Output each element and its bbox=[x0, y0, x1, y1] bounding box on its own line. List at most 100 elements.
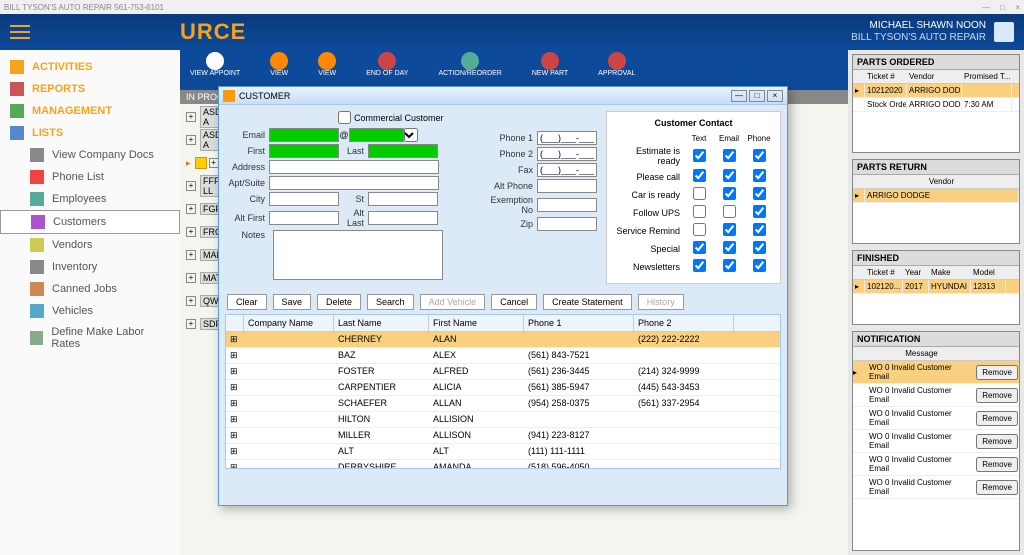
save-button[interactable]: Save bbox=[273, 294, 312, 310]
altphone-field[interactable] bbox=[537, 179, 597, 193]
contact-checkbox[interactable] bbox=[693, 259, 706, 272]
last-field[interactable] bbox=[368, 144, 438, 158]
toolbar-item[interactable]: ACTION/REORDER bbox=[438, 52, 501, 88]
contact-checkbox[interactable] bbox=[753, 149, 766, 162]
dialog-close-icon[interactable]: × bbox=[767, 90, 783, 102]
table-row[interactable]: ⊞ALTALT(111) 111-1111 bbox=[226, 444, 780, 460]
expand-icon[interactable]: + bbox=[186, 273, 196, 283]
expand-icon[interactable]: + bbox=[186, 135, 196, 145]
phone2-field[interactable] bbox=[537, 147, 597, 161]
document-icon[interactable] bbox=[994, 22, 1014, 42]
remove-button[interactable]: Remove bbox=[976, 457, 1018, 472]
table-row[interactable]: Stock OrderARRIGO DOD...7:30 AM bbox=[853, 98, 1019, 112]
dialog-maximize-icon[interactable]: □ bbox=[749, 90, 765, 102]
phone1-field[interactable] bbox=[537, 131, 597, 145]
delete-button[interactable]: Delete bbox=[317, 294, 361, 310]
sidebar-item-employees[interactable]: Employees bbox=[0, 188, 180, 210]
create-statement-button[interactable]: Create Statement bbox=[543, 294, 632, 310]
fax-field[interactable] bbox=[537, 163, 597, 177]
altlast-field[interactable] bbox=[368, 211, 438, 225]
table-row[interactable]: ⊞MILLERALLISON(941) 223-8127 bbox=[226, 428, 780, 444]
commercial-checkbox[interactable] bbox=[338, 111, 351, 124]
email-field[interactable] bbox=[269, 128, 339, 142]
contact-checkbox[interactable] bbox=[723, 223, 736, 236]
expand-icon[interactable]: + bbox=[186, 112, 196, 122]
sidebar-item-activities[interactable]: ACTIVITIES bbox=[0, 56, 180, 78]
contact-checkbox[interactable] bbox=[723, 169, 736, 182]
contact-checkbox[interactable] bbox=[693, 187, 706, 200]
contact-checkbox[interactable] bbox=[693, 169, 706, 182]
toolbar-item[interactable]: VIEW APPOINT bbox=[190, 52, 240, 88]
address-field[interactable] bbox=[269, 160, 439, 174]
toolbar-item[interactable]: APPROVAL bbox=[598, 52, 635, 88]
contact-checkbox[interactable] bbox=[693, 223, 706, 236]
table-row[interactable]: ⊞CARPENTIERALICIA(561) 385-5947(445) 543… bbox=[226, 380, 780, 396]
email-domain-select[interactable] bbox=[404, 128, 418, 142]
expand-icon[interactable]: + bbox=[186, 296, 196, 306]
zip-field[interactable] bbox=[537, 217, 597, 231]
grid-col-first[interactable]: First Name bbox=[429, 315, 524, 331]
toolbar-item[interactable]: NEW PART bbox=[532, 52, 568, 88]
expand-icon[interactable]: + bbox=[186, 204, 196, 214]
maximize-icon[interactable]: □ bbox=[1000, 3, 1005, 12]
remove-button[interactable]: Remove bbox=[976, 365, 1018, 380]
sidebar-item-canned-jobs[interactable]: Canned Jobs bbox=[0, 278, 180, 300]
grid-col-company[interactable]: Company Name bbox=[244, 315, 334, 331]
remove-button[interactable]: Remove bbox=[976, 480, 1018, 495]
first-field[interactable] bbox=[269, 144, 339, 158]
expand-icon[interactable]: + bbox=[186, 181, 196, 191]
contact-checkbox[interactable] bbox=[693, 241, 706, 254]
table-row[interactable]: ⊞CHERNEYALAN(222) 222-2222 bbox=[226, 332, 780, 348]
notification-row[interactable]: ▸WO 0 Invalid Customer EmailRemove bbox=[853, 361, 1019, 384]
notification-row[interactable]: WO 0 Invalid Customer EmailRemove bbox=[853, 476, 1019, 499]
table-row[interactable]: ⊞FOSTERALFRED(561) 236-3445(214) 324-999… bbox=[226, 364, 780, 380]
contact-checkbox[interactable] bbox=[753, 241, 766, 254]
contact-checkbox[interactable] bbox=[723, 149, 736, 162]
menu-icon[interactable] bbox=[10, 25, 30, 39]
sidebar-item-view-company-docs[interactable]: View Company Docs bbox=[0, 144, 180, 166]
expand-icon[interactable]: + bbox=[186, 227, 196, 237]
grid-col-phone1[interactable]: Phone 1 bbox=[524, 315, 634, 331]
dialog-titlebar[interactable]: CUSTOMER — □ × bbox=[219, 87, 787, 105]
grid-col-last[interactable]: Last Name bbox=[334, 315, 429, 331]
notification-row[interactable]: WO 0 Invalid Customer EmailRemove bbox=[853, 407, 1019, 430]
search-button[interactable]: Search bbox=[367, 294, 414, 310]
apt-field[interactable] bbox=[269, 176, 439, 190]
email-domain-field[interactable] bbox=[349, 128, 404, 142]
sidebar-item-vehicles[interactable]: Vehicles bbox=[0, 300, 180, 322]
sidebar-item-lists[interactable]: LISTS bbox=[0, 122, 180, 144]
contact-checkbox[interactable] bbox=[753, 259, 766, 272]
toolbar-item[interactable]: VIEW bbox=[318, 52, 336, 88]
contact-checkbox[interactable] bbox=[753, 187, 766, 200]
city-field[interactable] bbox=[269, 192, 339, 206]
st-field[interactable] bbox=[368, 192, 438, 206]
toolbar-item[interactable]: END OF DAY bbox=[366, 52, 408, 88]
table-row[interactable]: ▸10212020ARRIGO DOD... bbox=[853, 84, 1019, 98]
clear-button[interactable]: Clear bbox=[227, 294, 267, 310]
sidebar-item-define-make-labor-rates[interactable]: Define Make Labor Rates bbox=[0, 322, 180, 354]
contact-checkbox[interactable] bbox=[753, 205, 766, 218]
table-row[interactable]: ⊞DERBYSHIREAMANDA(518) 596-4050 bbox=[226, 460, 780, 469]
toolbar-item[interactable]: VIEW bbox=[270, 52, 288, 88]
table-row[interactable]: ⊞HILTONALLISION bbox=[226, 412, 780, 428]
contact-checkbox[interactable] bbox=[723, 205, 736, 218]
sidebar-item-reports[interactable]: REPORTS bbox=[0, 78, 180, 100]
table-row[interactable]: ⊞SCHAEFERALLAN(954) 258-0375(561) 337-29… bbox=[226, 396, 780, 412]
contact-checkbox[interactable] bbox=[693, 149, 706, 162]
remove-button[interactable]: Remove bbox=[976, 434, 1018, 449]
contact-checkbox[interactable] bbox=[753, 169, 766, 182]
minimize-icon[interactable]: — bbox=[982, 3, 990, 12]
table-row[interactable]: ▸ARRIGO DODGE bbox=[853, 189, 1019, 203]
contact-checkbox[interactable] bbox=[753, 223, 766, 236]
sidebar-item-phone-list[interactable]: Phone List bbox=[0, 166, 180, 188]
sidebar-item-customers[interactable]: Customers bbox=[0, 210, 180, 234]
contact-checkbox[interactable] bbox=[723, 241, 736, 254]
dialog-minimize-icon[interactable]: — bbox=[731, 90, 747, 102]
expand-icon[interactable]: + bbox=[186, 250, 196, 260]
exemption-field[interactable] bbox=[537, 198, 597, 212]
remove-button[interactable]: Remove bbox=[976, 411, 1018, 426]
sidebar-item-management[interactable]: MANAGEMENT bbox=[0, 100, 180, 122]
close-icon[interactable]: × bbox=[1015, 3, 1020, 12]
expand-icon[interactable]: + bbox=[186, 319, 196, 329]
contact-checkbox[interactable] bbox=[723, 187, 736, 200]
